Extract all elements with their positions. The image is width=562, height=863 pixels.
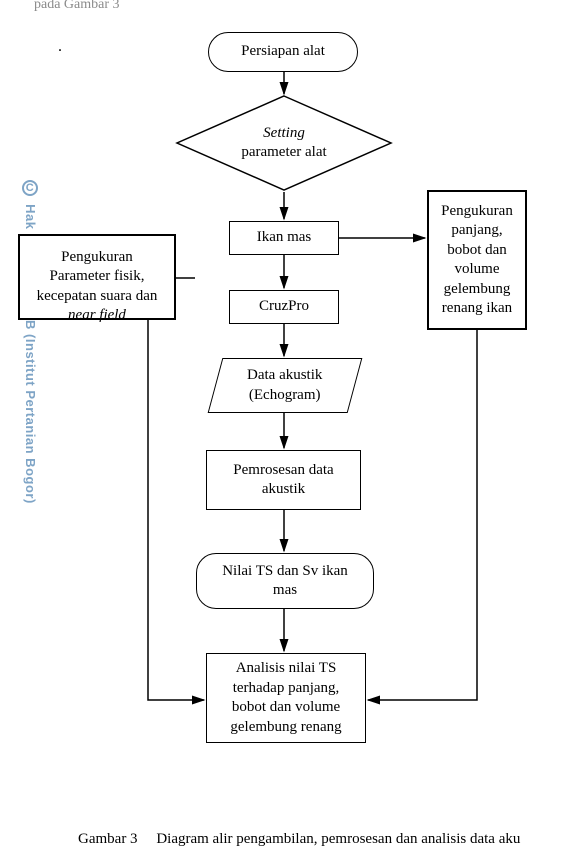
decision-line1: Setting	[263, 125, 305, 141]
flow-process-analisis-label: Analisis nilai TS terhadap panjang, bobo…	[230, 659, 341, 737]
flow-side-right: Pengukuran panjang, bobot dan volume gel…	[427, 190, 527, 330]
flow-data-echogram-label: Data akustik (Echogram)	[247, 366, 322, 405]
copyright-watermark: C Hak cipta milik IPB (Institut Pertania…	[22, 180, 38, 504]
figure-caption: Gambar 3 Diagram alir pengambilan, pemro…	[78, 831, 520, 848]
flow-decision-setting: Setting parameter alat	[175, 94, 393, 192]
flow-process-ikan: Ikan mas	[229, 221, 339, 255]
data-line2: (Echogram)	[249, 387, 321, 403]
flow-process-ikan-label: Ikan mas	[257, 228, 312, 248]
flow-terminator-start-label: Persiapan alat	[241, 42, 325, 62]
flow-data-echogram: Data akustik (Echogram)	[208, 358, 363, 413]
data-line1: Data akustik	[247, 367, 322, 383]
header-text: pada Gambar 3	[34, 0, 120, 13]
flow-decision-text: Setting parameter alat	[241, 124, 326, 163]
flow-side-left-label: PengukuranParameter fisik,kecepatan suar…	[37, 228, 158, 326]
flow-side-right-label: Pengukuran panjang, bobot dan volume gel…	[441, 202, 513, 319]
flow-process-cruzpro: CruzPro	[229, 290, 339, 324]
copyright-icon: C	[22, 180, 38, 196]
period-dot: .	[58, 38, 62, 56]
flow-terminator-start: Persiapan alat	[208, 32, 358, 72]
flow-rounded-nilai: Nilai TS dan Sv ikan mas	[196, 553, 374, 609]
decision-line2: parameter alat	[241, 144, 326, 160]
flow-rounded-nilai-label: Nilai TS dan Sv ikan mas	[222, 562, 348, 601]
flow-process-analisis: Analisis nilai TS terhadap panjang, bobo…	[206, 653, 366, 743]
caption-text: Diagram alir pengambilan, pemrosesan dan…	[156, 831, 520, 847]
flow-process-pemrosesan: Pemrosesan data akustik	[206, 450, 361, 510]
flow-process-cruzpro-label: CruzPro	[259, 297, 309, 317]
flow-process-pemrosesan-label: Pemrosesan data akustik	[233, 461, 333, 500]
flow-side-left: PengukuranParameter fisik,kecepatan suar…	[18, 234, 176, 320]
caption-prefix: Gambar 3	[78, 831, 138, 847]
